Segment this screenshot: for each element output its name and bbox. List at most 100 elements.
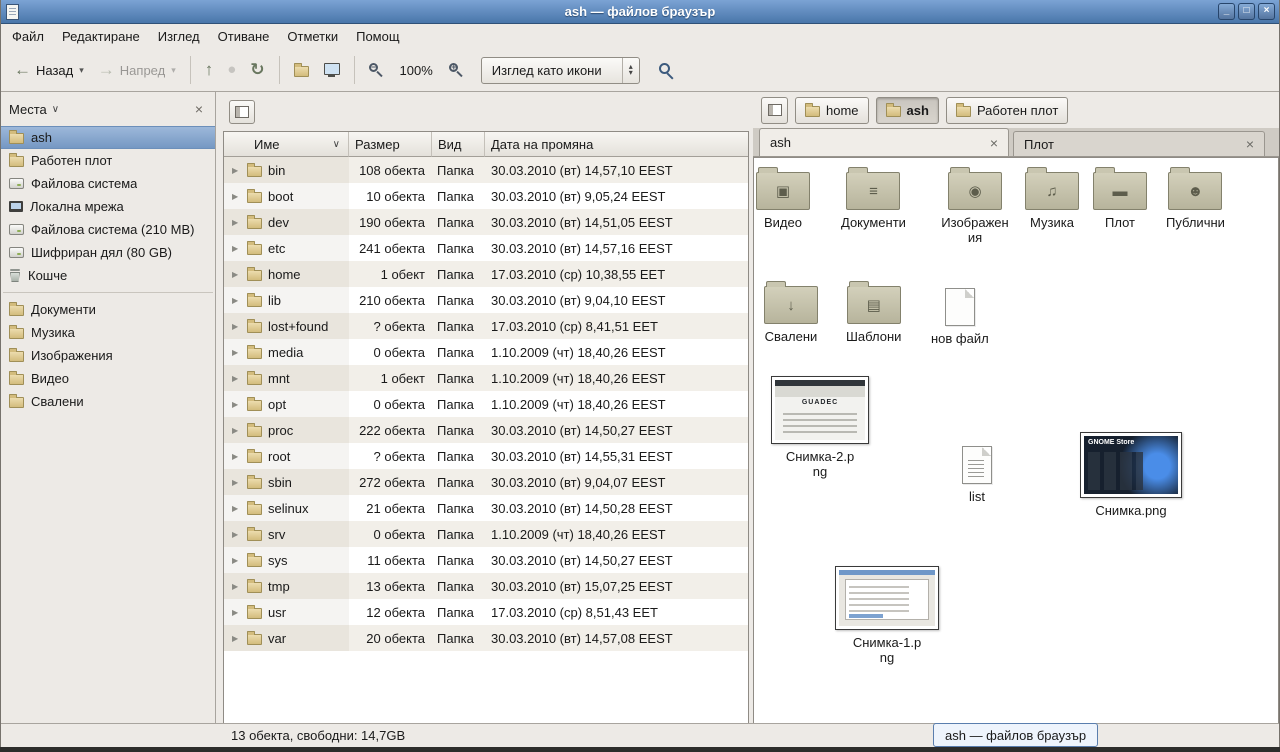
menu-help[interactable]: Помощ bbox=[347, 26, 408, 47]
icon-item-music[interactable]: ♫Музика bbox=[1025, 172, 1079, 231]
menu-edit[interactable]: Редактиране bbox=[53, 26, 149, 47]
expander-icon[interactable]: ▶ bbox=[232, 244, 241, 253]
expander-icon[interactable]: ▶ bbox=[232, 634, 241, 643]
sidebar-item-downloads[interactable]: Свалени bbox=[1, 390, 215, 413]
sidebar-item-filesystem[interactable]: Файлова система bbox=[1, 172, 215, 195]
sidebar-title[interactable]: Места bbox=[9, 102, 47, 117]
menu-bookmarks[interactable]: Отметки bbox=[278, 26, 347, 47]
close-button[interactable]: × bbox=[1258, 3, 1275, 20]
expander-icon[interactable]: ▶ bbox=[232, 296, 241, 305]
sidebar-close-icon[interactable]: × bbox=[191, 101, 207, 117]
tab-plot[interactable]: Плот× bbox=[1013, 131, 1265, 156]
menu-file[interactable]: Файл bbox=[3, 26, 53, 47]
column-header-name[interactable]: Име∨ bbox=[224, 132, 349, 157]
titlebar[interactable]: ash — файлов браузър _ □ × bbox=[1, 0, 1279, 24]
expander-icon[interactable]: ▶ bbox=[232, 270, 241, 279]
menu-view[interactable]: Изглед bbox=[149, 26, 209, 47]
table-row[interactable]: ▶tmp13 обектаПапка30.03.2010 (вт) 15,07,… bbox=[224, 573, 748, 599]
table-row[interactable]: ▶lib210 обектаПапка30.03.2010 (вт) 9,04,… bbox=[224, 287, 748, 313]
tab-close-icon[interactable]: × bbox=[1246, 138, 1254, 150]
sort-caret-icon[interactable]: ∨ bbox=[333, 139, 340, 150]
table-row[interactable]: ▶var20 обектаПапка30.03.2010 (вт) 14,57,… bbox=[224, 625, 748, 651]
zoom-out-button[interactable]: − bbox=[362, 58, 391, 83]
icon-item-desktop[interactable]: ▬Плот bbox=[1093, 172, 1147, 231]
path-button-desktop[interactable]: Работен плот bbox=[946, 97, 1068, 124]
icon-item-pictures[interactable]: ◉Изображения bbox=[938, 172, 1012, 246]
table-row[interactable]: ▶bin108 обектаПапка30.03.2010 (вт) 14,57… bbox=[224, 157, 748, 183]
tab-close-icon[interactable]: × bbox=[990, 137, 998, 149]
expander-icon[interactable]: ▶ bbox=[232, 348, 241, 357]
menu-go[interactable]: Отиване bbox=[209, 26, 279, 47]
forward-button[interactable]: → Напред ▾ bbox=[91, 58, 183, 83]
path-button-home[interactable]: home bbox=[795, 97, 869, 124]
table-row[interactable]: ▶dev190 обектаПапка30.03.2010 (вт) 14,51… bbox=[224, 209, 748, 235]
icon-item-snimka1[interactable]: Снимка-1.png bbox=[835, 566, 939, 666]
sidebar-item-pictures[interactable]: Изображения bbox=[1, 344, 215, 367]
maximize-button[interactable]: □ bbox=[1238, 3, 1255, 20]
expander-icon[interactable]: ▶ bbox=[232, 322, 241, 331]
sidebar-item-music[interactable]: Музика bbox=[1, 321, 215, 344]
sidebar-item-trash[interactable]: Кошче bbox=[1, 264, 215, 287]
icon-item-public[interactable]: ☻Публични bbox=[1166, 172, 1225, 231]
expander-icon[interactable]: ▶ bbox=[232, 374, 241, 383]
table-row[interactable]: ▶selinux21 обектаПапка30.03.2010 (вт) 14… bbox=[224, 495, 748, 521]
sidebar-item-documents[interactable]: Документи bbox=[1, 298, 215, 321]
icon-view[interactable]: ▣Видео ≡Документи ◉Изображения ♫Музика ▬… bbox=[753, 157, 1279, 723]
reload-button[interactable]: ↻ bbox=[243, 58, 271, 82]
expander-icon[interactable]: ▶ bbox=[232, 218, 241, 227]
icon-item-downloads[interactable]: ↓Свалени bbox=[764, 286, 818, 345]
table-row[interactable]: ▶sys11 обектаПапка30.03.2010 (вт) 14,50,… bbox=[224, 547, 748, 573]
table-row[interactable]: ▶etc241 обектаПапка30.03.2010 (вт) 14,57… bbox=[224, 235, 748, 261]
icon-item-templates[interactable]: ▤Шаблони bbox=[846, 286, 901, 345]
expander-icon[interactable]: ▶ bbox=[232, 452, 241, 461]
sidebar-item-ash[interactable]: ash bbox=[1, 126, 215, 149]
expander-icon[interactable]: ▶ bbox=[232, 530, 241, 539]
icon-item-documents[interactable]: ≡Документи bbox=[841, 172, 906, 231]
icon-item-list[interactable]: list bbox=[962, 446, 992, 505]
table-row[interactable]: ▶usr12 обектаПапка17.03.2010 (ср) 8,51,4… bbox=[224, 599, 748, 625]
search-button[interactable] bbox=[652, 58, 681, 83]
pane-path-button[interactable] bbox=[761, 97, 788, 124]
zoom-in-button[interactable]: + bbox=[442, 58, 471, 83]
table-row[interactable]: ▶boot10 обектаПапка30.03.2010 (вт) 9,05,… bbox=[224, 183, 748, 209]
table-row[interactable]: ▶media0 обектаПапка1.10.2009 (чт) 18,40,… bbox=[224, 339, 748, 365]
home-button[interactable] bbox=[287, 59, 316, 82]
table-row[interactable]: ▶proc222 обектаПапка30.03.2010 (вт) 14,5… bbox=[224, 417, 748, 443]
sidebar-item-desktop[interactable]: Работен плот bbox=[1, 149, 215, 172]
expander-icon[interactable]: ▶ bbox=[232, 582, 241, 591]
expander-icon[interactable]: ▶ bbox=[232, 192, 241, 201]
icon-item-new-file[interactable]: нов файл bbox=[931, 288, 989, 347]
column-header-type[interactable]: Вид bbox=[432, 132, 485, 157]
expander-icon[interactable]: ▶ bbox=[232, 478, 241, 487]
computer-button[interactable] bbox=[316, 58, 347, 83]
minimize-button[interactable]: _ bbox=[1218, 3, 1235, 20]
column-header-size[interactable]: Размер bbox=[349, 132, 432, 157]
sidebar-item-encrypted[interactable]: Шифриран дял (80 GB) bbox=[1, 241, 215, 264]
icon-item-snimka2[interactable]: GUADECСнимка-2.png bbox=[771, 376, 869, 480]
table-row[interactable]: ▶sbin272 обектаПапка30.03.2010 (вт) 9,04… bbox=[224, 469, 748, 495]
table-row[interactable]: ▶lost+found? обектаПапка17.03.2010 (ср) … bbox=[224, 313, 748, 339]
table-row[interactable]: ▶home1 обектПапка17.03.2010 (ср) 10,38,5… bbox=[224, 261, 748, 287]
table-row[interactable]: ▶srv0 обектаПапка1.10.2009 (чт) 18,40,26… bbox=[224, 521, 748, 547]
back-history-caret-icon[interactable]: ▾ bbox=[79, 65, 84, 76]
view-mode-combo[interactable]: Изглед като икони ▴▾ bbox=[481, 57, 640, 84]
table-row[interactable]: ▶mnt1 обектПапка1.10.2009 (чт) 18,40,26 … bbox=[224, 365, 748, 391]
table-row[interactable]: ▶root? обектаПапка30.03.2010 (вт) 14,55,… bbox=[224, 443, 748, 469]
path-button-ash[interactable]: ash bbox=[876, 97, 939, 124]
table-row[interactable]: ▶opt0 обектаПапка1.10.2009 (чт) 18,40,26… bbox=[224, 391, 748, 417]
sidebar-item-video[interactable]: Видео bbox=[1, 367, 215, 390]
expander-icon[interactable]: ▶ bbox=[232, 400, 241, 409]
stop-button[interactable]: ● bbox=[220, 58, 243, 82]
sidebar-item-network[interactable]: Локална мрежа bbox=[1, 195, 215, 218]
expander-icon[interactable]: ▶ bbox=[232, 166, 241, 175]
combo-spinner-icon[interactable]: ▴▾ bbox=[622, 58, 639, 83]
expander-icon[interactable]: ▶ bbox=[232, 426, 241, 435]
expander-icon[interactable]: ▶ bbox=[232, 504, 241, 513]
column-header-date[interactable]: Дата на промяна bbox=[485, 132, 748, 157]
back-button[interactable]: ← Назад ▾ bbox=[7, 58, 91, 83]
expander-icon[interactable]: ▶ bbox=[232, 556, 241, 565]
sidebar-item-filesystem-210mb[interactable]: Файлова система (210 MB) bbox=[1, 218, 215, 241]
up-button[interactable]: ↑ bbox=[198, 58, 221, 82]
expander-icon[interactable]: ▶ bbox=[232, 608, 241, 617]
sidebar-caret-icon[interactable]: ∨ bbox=[52, 104, 59, 115]
